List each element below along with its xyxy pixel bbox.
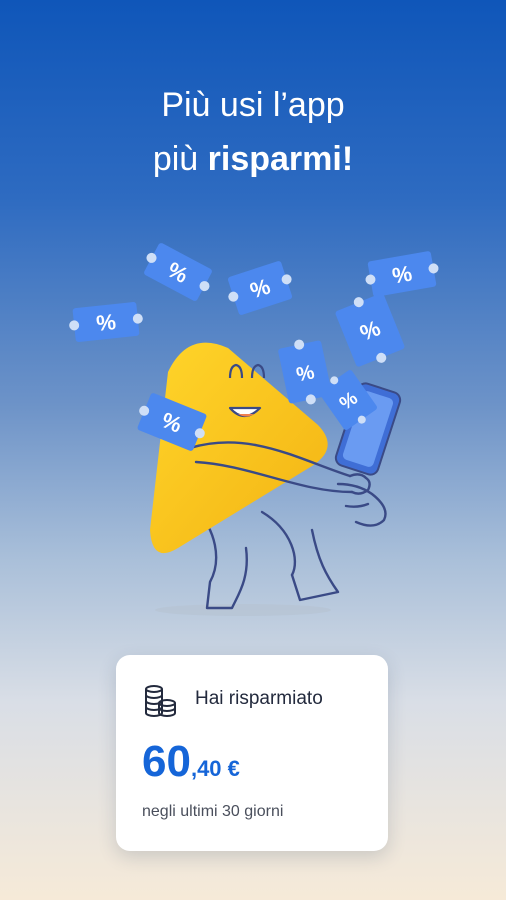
savings-amount-integer: 60 <box>142 737 191 786</box>
coins-stack-icon <box>145 685 176 718</box>
ground-shadow <box>155 604 331 616</box>
ticket-icon: % <box>69 302 143 342</box>
ticket-icon: % <box>227 261 293 315</box>
savings-period: negli ultimi 30 giorni <box>142 803 284 820</box>
ticket-icon: % <box>335 293 405 367</box>
headline: Più usi l’app più risparmi! <box>0 78 506 187</box>
savings-amount: 60,40 € <box>142 737 240 787</box>
headline-highlight: risparmi! <box>207 140 354 179</box>
card-title: Hai risparmiato <box>195 688 323 709</box>
ticket-icon: % <box>365 251 439 297</box>
headline-line-2: più risparmi! <box>0 132 506 186</box>
ticket-percent-label: % <box>95 309 117 336</box>
savings-card[interactable]: Hai risparmiato 60,40 € negli ultimi 30 … <box>116 655 388 851</box>
savings-amount-decimal: ,40 € <box>190 756 240 781</box>
savings-illustration: % % % % % % % % <box>69 243 439 616</box>
headline-line-1: Più usi l’app <box>161 86 345 124</box>
ticket-icon: % <box>144 243 212 301</box>
headline-prefix: più <box>152 140 199 179</box>
